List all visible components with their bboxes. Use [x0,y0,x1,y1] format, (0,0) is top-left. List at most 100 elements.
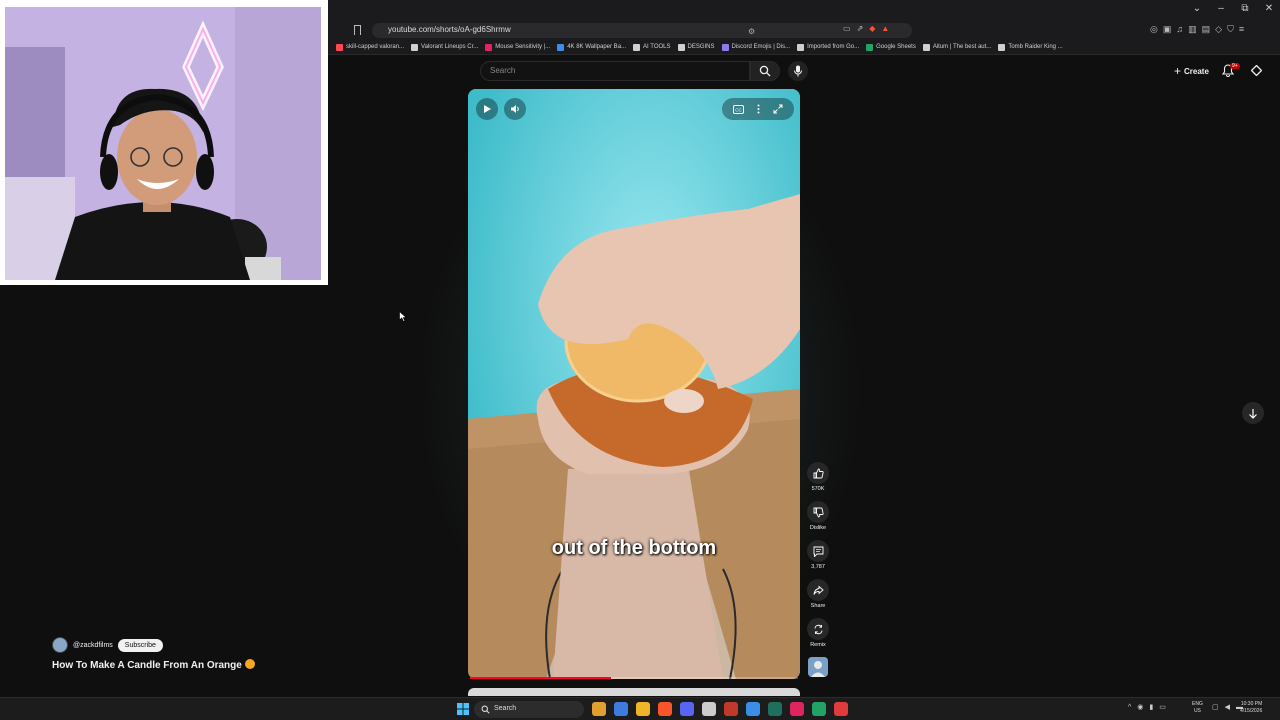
language-indicator[interactable]: ENG US [1192,701,1203,715]
bookmark-favicon-icon [797,43,805,51]
like-action[interactable]: 570K [805,462,831,492]
bookmark-item[interactable]: Discord Emojis | Dis... [721,43,790,51]
comments-action[interactable]: 3,787 [805,540,831,570]
taskbar-app-icon[interactable] [702,702,716,716]
search-input[interactable]: Search [480,61,750,81]
bookmark-label: skill-capped valoran... [346,44,405,50]
create-button[interactable]: + Create [1168,63,1215,79]
bookmark-item[interactable]: Tomb Raider King ... [998,43,1063,51]
captions-icon[interactable]: CC [732,104,744,114]
bookmark-item[interactable]: Aitum | The best aut... [922,43,991,51]
taskbar-app-icon[interactable] [680,702,694,716]
bookmark-item[interactable]: DESGINS [677,43,715,51]
close-button[interactable]: ✕ [1264,3,1274,14]
share-arrow-icon [813,585,824,595]
channel-avatar[interactable] [52,637,68,653]
video-title[interactable]: How To Make A Candle From An Orange [52,659,255,671]
mic-tray-icon[interactable]: ▮ [1149,703,1153,711]
next-short-preview[interactable] [468,688,800,696]
keyboard-tray-icon[interactable]: ▭ [1159,703,1166,711]
search-button[interactable] [750,61,780,81]
bookmark-icon[interactable] [354,25,361,35]
restore-button[interactable]: ⧉ [1240,3,1250,14]
language-code: ENG [1192,701,1203,707]
channel-avatar-small[interactable] [808,657,828,677]
discord-tray-icon[interactable]: ◉ [1137,703,1143,711]
windows-taskbar: Search ^ ◉ ▮ ▭ ENG US ▢ ◀ ▬ 10:30 PM 4/1… [0,697,1280,720]
bookmark-item[interactable]: Imported from Go... [797,43,859,51]
bookmark-item[interactable]: 4K 8K Wallpaper Ba... [557,43,626,51]
webcam-feed [5,7,321,280]
screen: ⌄ – ⧉ ✕ ⚙ youtube.com/shorts/oA-gd6Shrmw… [0,0,1280,720]
svg-text:CC: CC [735,107,742,112]
video-frame-image [468,89,800,679]
tray-chevron-icon[interactable]: ^ [1128,704,1131,711]
brave-rewards-icon[interactable]: ▲ [881,24,889,33]
more-options-icon[interactable] [757,104,760,114]
bookmark-item[interactable]: Google Sheets [866,43,916,51]
tab-search-icon[interactable]: ⌄ [1192,3,1202,14]
bookmark-label: DESGINS [687,44,715,50]
video-progress-bar[interactable] [470,677,798,679]
bookmark-item[interactable]: skill-capped valoran... [336,43,405,51]
bookmark-label: Mouse Sensitivity |... [495,44,551,50]
account-icon[interactable] [1251,65,1262,76]
share-action[interactable]: Share [805,579,831,609]
taskbar-app-icon[interactable] [812,702,826,716]
mouse-cursor-icon [399,311,407,322]
dislike-action[interactable]: Dislike [805,501,831,531]
subscribe-button[interactable]: Subscribe [117,638,163,652]
menu-icon[interactable]: ≡ [1239,24,1244,35]
sidebar-icon[interactable]: ▥ [1188,24,1197,35]
play-button[interactable] [476,98,498,120]
bookmark-favicon-icon [677,43,685,51]
bookmark-item[interactable]: Mouse Sensitivity |... [485,43,551,51]
url-field[interactable]: ⚙ youtube.com/shorts/oA-gd6Shrmw [372,23,912,38]
extension-icon-2[interactable]: ▣ [1163,24,1172,35]
thumbs-up-icon [813,468,824,478]
dislike-label: Dislike [809,525,827,531]
bookmark-favicon-icon [998,43,1006,51]
taskbar-clock[interactable]: 10:30 PM 4/15/2026 [1240,701,1262,715]
extension-icon[interactable]: ◎ [1150,24,1158,35]
microphone-icon [794,65,802,77]
taskbar-app-icon[interactable] [790,702,804,716]
remix-icon [814,624,822,634]
bookmark-item[interactable]: Valorant Lineups Cr... [411,43,478,51]
site-info-icon[interactable]: ⚙ [748,27,755,36]
taskbar-app-icon[interactable] [658,702,672,716]
like-count: 570K [811,486,825,492]
comment-icon [813,546,823,557]
taskbar-app-icon[interactable] [636,702,650,716]
taskbar-app-icon[interactable] [614,702,628,716]
install-app-icon[interactable]: ▭ [843,24,851,33]
voice-search-button[interactable] [788,61,808,81]
share-icon[interactable]: ⇗ [857,24,864,33]
short-video-player[interactable] [468,89,800,679]
volume-button[interactable] [504,98,526,120]
minimize-button[interactable]: – [1216,3,1226,14]
quick-settings[interactable]: ▢ ◀ ▬ [1212,703,1243,712]
fullscreen-icon[interactable] [773,104,783,114]
music-icon[interactable]: ♫ [1176,24,1183,35]
remix-action[interactable]: Remix [805,618,831,648]
windows-start-icon[interactable] [457,703,469,715]
next-video-button[interactable] [1242,402,1264,424]
remix-label: Remix [810,642,826,648]
bookmark-item[interactable]: AI TOOLS [633,43,671,51]
taskbar-search[interactable]: Search [474,701,584,718]
wallet-icon[interactable]: ▤ [1202,24,1211,35]
channel-handle[interactable]: @zackdfilms [73,642,113,649]
bookmark-favicon-icon [633,43,641,51]
plus-icon: + [1174,64,1182,78]
taskbar-app-icon[interactable] [834,702,848,716]
vpn-icon[interactable]: ◇ [1215,24,1222,35]
taskbar-app-icon[interactable] [768,702,782,716]
brave-shields-icon[interactable]: ◆ [869,24,875,33]
shield-icon[interactable]: ⛉ [1227,24,1234,35]
search-icon [759,65,771,77]
taskbar-app-icon[interactable] [592,702,606,716]
taskbar-app-icon[interactable] [746,702,760,716]
taskbar-app-icon[interactable] [724,702,738,716]
search-icon [481,705,490,714]
